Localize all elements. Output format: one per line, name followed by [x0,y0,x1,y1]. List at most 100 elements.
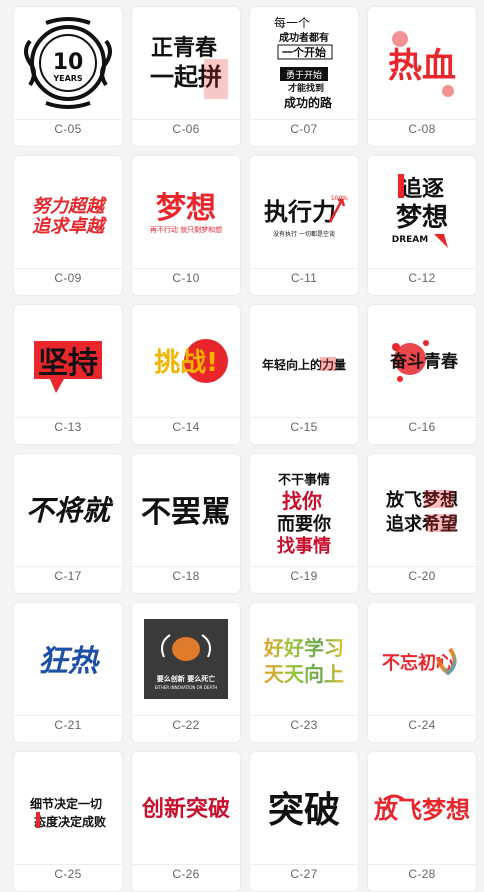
template-card[interactable]: 年轻向上的力量 C-15 [249,304,359,445]
template-art: 创新突破 [131,751,241,864]
template-code: C-11 [290,271,318,285]
template-card[interactable]: 不将就 C-17 [13,453,123,594]
template-card[interactable]: 狂热 C-21 [13,602,123,743]
art-line-2: EITHER INNOVATION OR DEATH [155,685,218,690]
template-art: 年轻向上的力量 [249,304,359,417]
art-line-1: 细节决定一切 [30,796,102,811]
art-line-1: 正青春 [151,35,217,61]
art-line-2: 成功者都有 [279,31,329,44]
template-code: C-22 [172,718,200,732]
art-line-1: 追逐 [400,176,444,202]
template-art: 突破 [249,751,359,864]
template-art: 要么创新 要么死亡 EITHER INNOVATION OR DEATH [131,602,241,715]
art-line-5: 才能找到 [288,82,324,94]
template-card[interactable]: 要么创新 要么死亡 EITHER INNOVATION OR DEATH C-2… [131,602,241,743]
template-card[interactable]: 细节决定一切 态度决定成败 C-25 [13,751,123,892]
art-line-3: 一个开始 [282,45,326,59]
art-line-2: 天天向上 [264,662,344,686]
template-code: C-27 [290,867,318,881]
art-line-1: 努力超越 [32,196,107,217]
template-art: 努力超越 追求卓越 [13,155,123,268]
art-line-4: 勇于开始 [286,69,322,81]
art-line-3: 没有执行 一切都是空谈 [273,230,335,238]
template-art: 10 YEARS [13,6,123,119]
template-art: 不将就 [13,453,123,566]
template-card[interactable]: 突破 C-27 [249,751,359,892]
template-grid: 10 YEARS C-05 正青春 一起拼 C-06 每一个 成功者都有 一个开… [0,0,484,892]
template-card[interactable]: 梦想 再不行动 就只剩梦和想 C-10 [131,155,241,296]
template-card[interactable]: 10 YEARS C-05 [13,6,123,147]
template-code: C-24 [408,718,436,732]
template-code: C-15 [290,420,318,434]
template-code: C-05 [54,122,82,136]
template-card[interactable]: 执行力 100% 没有执行 一切都是空谈 C-11 [249,155,359,296]
template-art: 热血 [367,6,477,119]
art-line-1: 要么创新 要么死亡 [157,674,215,683]
template-art: 奋斗青春 [367,304,477,417]
template-card[interactable]: 每一个 成功者都有 一个开始 勇于开始 才能找到 成功的路 C-07 [249,6,359,147]
template-code: C-06 [172,122,200,136]
template-card[interactable]: 追逐 梦想 DREAM C-12 [367,155,477,296]
art-line-2: 追求卓越 [32,216,107,237]
template-code: C-17 [54,569,82,583]
art-line-1: 热血 [388,46,456,86]
template-art: 不罢駡 [131,453,241,566]
art-line-1: 坚持 [38,346,98,381]
template-card[interactable]: 不忘初心 C-24 [367,602,477,743]
art-line-2: 态度决定成败 [34,814,106,829]
template-code: C-23 [290,718,318,732]
art-line-2: 梦想 [396,203,448,233]
template-card[interactable]: 正青春 一起拼 C-06 [131,6,241,147]
art-line-2: 100% [331,195,348,202]
art-line-1: 狂热 [38,644,101,679]
art-line-2: 再不行动 就只剩梦和想 [150,225,222,234]
template-card[interactable]: 热血 C-08 [367,6,477,147]
template-code: C-20 [408,569,436,583]
template-art: 坚持 [13,304,123,417]
template-card[interactable]: 不干事情 找你 而要你 找事情 C-19 [249,453,359,594]
art-line-1: 挑战! [154,348,218,378]
template-code: C-21 [54,718,82,732]
template-card[interactable]: 坚持 C-13 [13,304,123,445]
template-art: 挑战! [131,304,241,417]
template-code: C-07 [290,122,318,136]
art-line-1: 梦想 [156,191,216,226]
template-card[interactable]: 奋斗青春 C-16 [367,304,477,445]
template-art: 执行力 100% 没有执行 一切都是空谈 [249,155,359,268]
template-card[interactable]: 放飞梦想 C-28 [367,751,477,892]
art-line-1: 不将就 [26,494,114,527]
template-code: C-08 [408,122,436,136]
template-art: 放飞梦想 追求希望 [367,453,477,566]
art-line-1: 突破 [268,789,340,831]
template-code: C-25 [54,867,82,881]
template-card[interactable]: 挑战! C-14 [131,304,241,445]
template-card[interactable]: 放飞梦想 追求希望 C-20 [367,453,477,594]
template-code: C-13 [54,420,82,434]
art-line-1: 不干事情 [278,472,330,488]
art-line-1: 每一个 [274,15,310,30]
art-line-3: DREAM [392,235,429,245]
art-line-6: 成功的路 [284,95,333,110]
art-line-1: 好好学习 [263,636,344,660]
template-code: C-19 [290,569,318,583]
template-code: C-12 [408,271,436,285]
template-card[interactable]: 不罢駡 C-18 [131,453,241,594]
template-code: C-14 [172,420,200,434]
template-art: 不忘初心 [367,602,477,715]
template-art: 细节决定一切 态度决定成败 [13,751,123,864]
template-art: 正青春 一起拼 [131,6,241,119]
template-code: C-10 [172,271,200,285]
badge-number: 10 [53,50,84,75]
template-card[interactable]: 好好学习 天天向上 C-23 [249,602,359,743]
badge-emblem-icon: 10 YEARS [24,16,112,109]
template-art: 每一个 成功者都有 一个开始 勇于开始 才能找到 成功的路 [249,6,359,119]
art-line-3: 而要你 [277,513,331,535]
template-code: C-09 [54,271,82,285]
art-line-1: 创新突破 [141,796,230,822]
template-card[interactable]: 努力超越 追求卓越 C-09 [13,155,123,296]
template-art: 狂热 [13,602,123,715]
template-art: 不干事情 找你 而要你 找事情 [249,453,359,566]
template-art: 好好学习 天天向上 [249,602,359,715]
template-card[interactable]: 创新突破 C-26 [131,751,241,892]
template-code: C-26 [172,867,200,881]
